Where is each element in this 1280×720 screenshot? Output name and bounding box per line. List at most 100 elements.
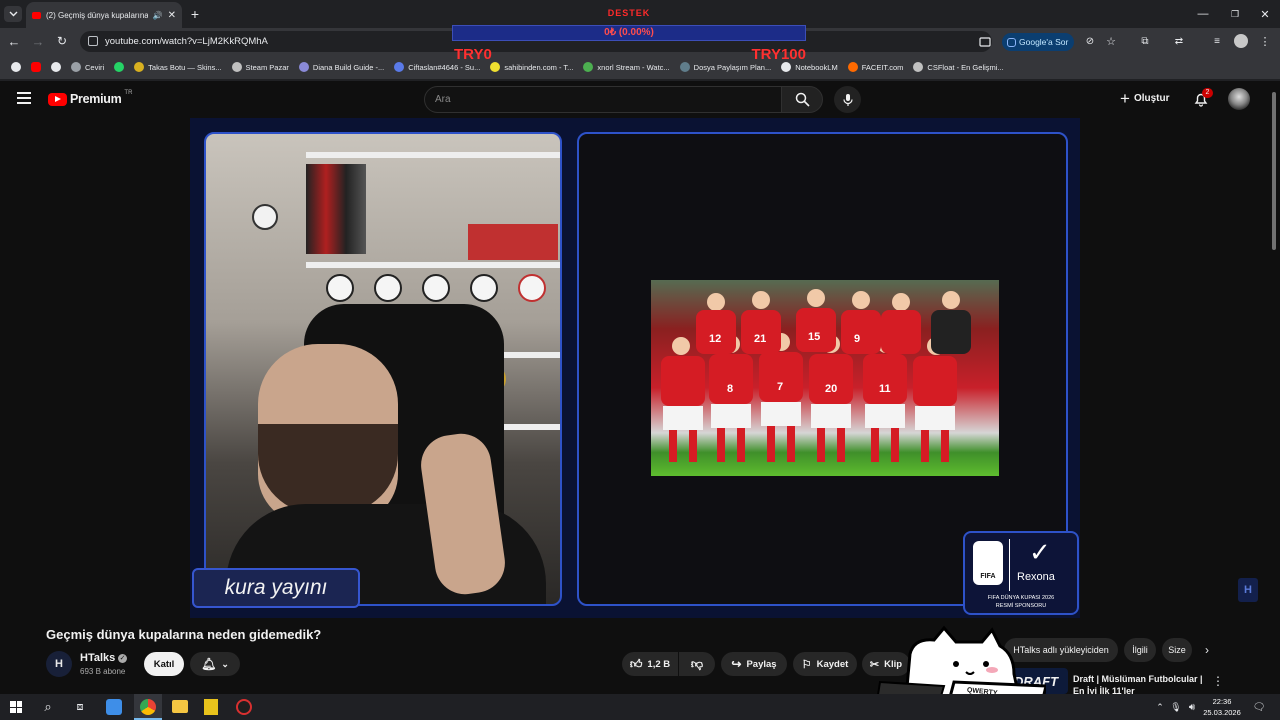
google-lens-button[interactable]: Google'a Sor — [1002, 33, 1074, 51]
notification-badge: 2 — [1202, 88, 1213, 98]
bookmark-9-label: FACEIT.com — [861, 62, 904, 72]
restore-icon[interactable]: ❐ — [1226, 5, 1244, 23]
forward-icon[interactable]: → — [30, 33, 46, 49]
bookmark-9[interactable]: FACEIT.com — [843, 62, 909, 72]
subscribe-bell-button[interactable]: 🔔︎ ⌄ — [190, 652, 240, 676]
eye-slash-icon[interactable]: ⊘ — [1083, 34, 1097, 48]
tab-search-icon[interactable] — [4, 6, 22, 22]
chip-for-you[interactable]: Size — [1162, 638, 1192, 662]
bookmark-8[interactable]: NotebookLM — [776, 62, 843, 72]
windows-taskbar: ⌕ ⧈ ⌃ 🎙︎ 🔊︎ 22:36 25.03.2026 🗨︎ — [0, 694, 1280, 720]
reload-icon[interactable]: ↻ — [54, 33, 70, 49]
cast-icon[interactable] — [978, 35, 992, 48]
tab-active[interactable]: (2) Geçmiş dünya kupalarına 🔊 ✕ — [26, 2, 182, 28]
whatsapp-bookmark-icon[interactable] — [109, 62, 129, 72]
notepad-app-icon[interactable] — [204, 699, 218, 715]
tab-close-icon[interactable]: ✕ — [168, 10, 176, 21]
clock-time: 22:36 — [1212, 697, 1232, 706]
jersey-number: 12 — [709, 333, 721, 345]
notification-center-icon[interactable]: 🗨︎ — [1252, 700, 1266, 714]
join-button[interactable]: Katıl — [144, 652, 184, 676]
task-view-icon[interactable]: ⧈ — [72, 699, 88, 715]
mail-app-icon[interactable] — [106, 699, 122, 715]
donation-title: DESTEK — [607, 8, 651, 18]
microphone-tray-icon[interactable]: 🎙︎ — [1170, 700, 1182, 714]
microphone-icon — [842, 93, 853, 106]
bookmark-10-icon — [913, 62, 924, 72]
bookmark-2-icon — [231, 62, 242, 72]
share-button[interactable]: ↪ Paylaş — [721, 652, 787, 676]
jersey-number: 15 — [808, 331, 820, 343]
team-photo: 12 21 15 9 8 7 20 11 — [651, 280, 999, 476]
profile-avatar-icon[interactable] — [1234, 34, 1248, 48]
site-info-icon[interactable] — [88, 36, 98, 46]
recorder-app-icon[interactable] — [236, 699, 252, 715]
bookmark-0[interactable]: Ceviri — [66, 62, 109, 72]
clock[interactable]: 22:36 25.03.2026 — [1200, 696, 1244, 718]
jersey-number: 21 — [754, 333, 766, 345]
extensions-icon[interactable]: ⧉ — [1138, 34, 1152, 48]
menu-dots-icon[interactable]: ⋮ — [1258, 34, 1272, 48]
bookmark-10[interactable]: CSFloat - En Gelişmi... — [908, 62, 1008, 72]
bookmark-7-label: Dosya Paylaşım Plan... — [693, 62, 772, 72]
bookmark-4[interactable]: Ciftaslan#4646 - Su... — [389, 62, 485, 72]
account-avatar[interactable] — [1228, 88, 1250, 110]
volume-icon[interactable]: 🔊︎ — [1186, 700, 1198, 714]
sponsor-line1: FIFA DÜNYA KUPASI 2026 — [987, 595, 1055, 601]
channel-watermark-icon[interactable]: H — [1238, 578, 1258, 602]
like-button[interactable]: 👍︎ 1,2 B — [622, 652, 678, 676]
window-close-icon[interactable]: ✕ — [1256, 5, 1274, 23]
youtube-logo[interactable]: Premium TR — [48, 90, 132, 106]
bookmark-7-icon — [679, 62, 690, 72]
like-count: 1,2 B — [647, 658, 671, 670]
translate-icon[interactable]: ⇄ — [1172, 34, 1186, 48]
github-bookmark-icon[interactable] — [46, 62, 66, 72]
hamburger-menu-icon[interactable] — [17, 92, 31, 104]
minimize-icon[interactable]: — — [1194, 5, 1212, 23]
bookmark-2[interactable]: Steam Pazar — [227, 62, 294, 72]
bookmark-5[interactable]: sahibinden.com - T... — [485, 62, 578, 72]
sponsor-line2: RESMİ SPONSORU — [995, 603, 1047, 609]
chrome-taskbar-button[interactable] — [134, 694, 162, 720]
save-button[interactable]: ⚐ Kaydet — [793, 652, 857, 676]
football-ball — [252, 204, 278, 230]
chevron-down-icon: ⌄ — [221, 658, 229, 669]
chevron-right-icon[interactable]: › — [1200, 643, 1214, 657]
bookmark-7[interactable]: Dosya Paylaşım Plan... — [675, 62, 777, 72]
football-ball — [470, 274, 498, 302]
taskbar-search-icon[interactable]: ⌕ — [40, 699, 56, 715]
search-button[interactable] — [781, 86, 823, 113]
lens-icon — [1007, 37, 1016, 47]
thumbs-down-icon: 👎︎ — [690, 656, 704, 671]
related-subtitle: En İyi İlk 11'ler — [1073, 686, 1135, 694]
star-icon[interactable]: ☆ — [1104, 34, 1118, 48]
create-button[interactable]: + Oluştur — [1120, 90, 1170, 107]
tray-chevron-icon[interactable]: ⌃ — [1154, 700, 1166, 714]
jersey-number: 7 — [777, 381, 783, 393]
chip-related[interactable]: İlgili — [1124, 638, 1156, 662]
video-player[interactable]: kura yayını 12 21 15 9 8 7 20 11 FIFA ✓ … — [190, 118, 1080, 618]
speaker-icon[interactable]: 🔊 — [153, 11, 163, 20]
more-options-icon[interactable]: ⋮ — [1212, 674, 1224, 688]
new-tab-icon[interactable]: + — [186, 5, 204, 23]
voice-search-button[interactable] — [834, 86, 861, 113]
shelf — [306, 262, 560, 268]
url-text[interactable]: youtube.com/watch?v=LjM2KkRQMhA — [105, 36, 268, 47]
google-bookmark-icon[interactable] — [6, 62, 26, 72]
channel-name[interactable]: HTalks — [80, 652, 115, 664]
bookmark-1[interactable]: Takas Botu — Skins... — [129, 62, 226, 72]
back-icon[interactable]: ← — [6, 33, 22, 49]
related-title[interactable]: Draft | Müslüman Futbolcular | — [1073, 674, 1203, 684]
reading-list-icon[interactable]: ≡ — [1210, 34, 1224, 48]
bookmark-3[interactable]: Diana Build Guide -... — [294, 62, 389, 72]
youtube-bookmark-icon[interactable] — [26, 62, 46, 72]
bookmark-6[interactable]: xnorl Stream - Watc... — [578, 62, 674, 72]
search-input[interactable]: Ara — [424, 86, 782, 113]
channel-avatar[interactable]: H — [46, 651, 72, 677]
notifications-button[interactable]: 2 — [1193, 88, 1213, 107]
windows-start-icon[interactable] — [10, 701, 22, 713]
team-players-illustration: 12 21 15 9 8 7 20 11 — [661, 289, 971, 462]
dislike-button[interactable]: 👎︎ — [679, 652, 715, 676]
file-explorer-icon[interactable] — [172, 700, 188, 713]
page-scrollbar[interactable] — [1272, 92, 1276, 250]
